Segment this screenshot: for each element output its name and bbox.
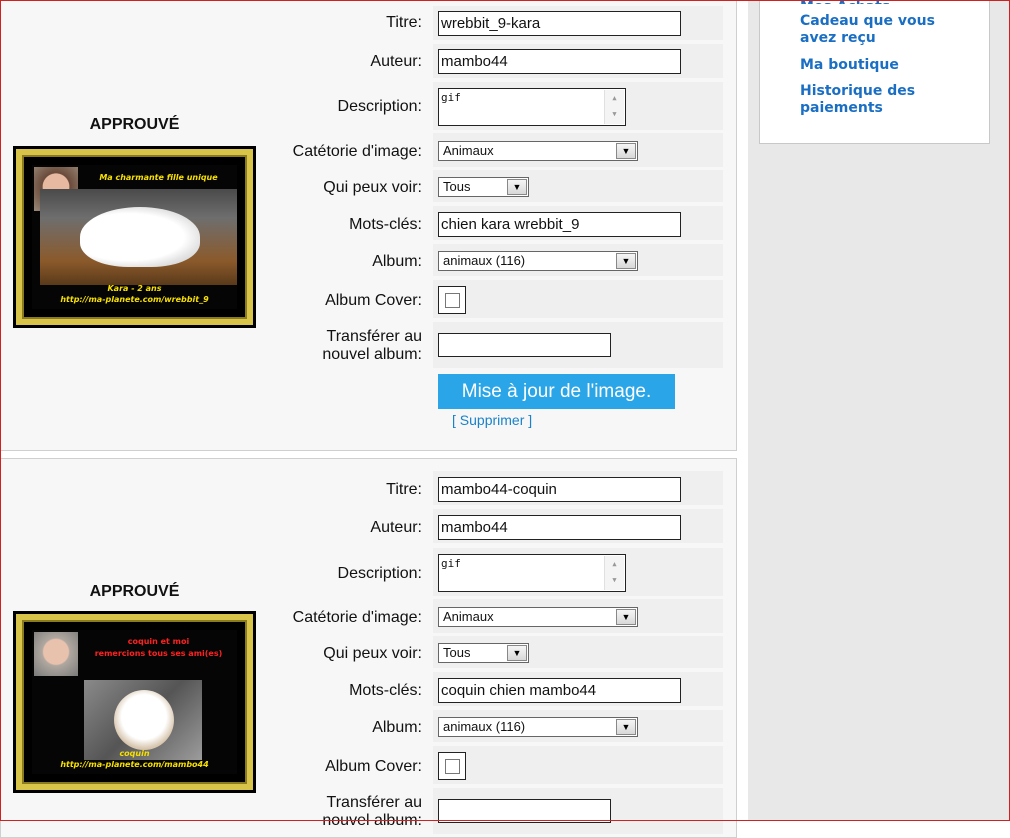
chevron-down-icon[interactable]: ▼ <box>616 143 636 159</box>
sidebar-link-gifts-received[interactable]: Cadeau que vous avez reçu <box>800 13 960 47</box>
title-label: Titre: <box>386 481 422 498</box>
album-label: Album: <box>372 253 422 270</box>
author-input[interactable]: mambo44 <box>438 49 681 74</box>
description-label: Description: <box>337 98 422 115</box>
thumbnail-footer: Kara - 2 ans http://ma-planete.com/wrebb… <box>60 284 209 304</box>
category-label: Catétorie d'image: <box>292 143 422 160</box>
album-cover-label: Album Cover: <box>325 292 422 309</box>
author-label: Auteur: <box>370 519 422 536</box>
sidebar-link-payment-history[interactable]: Historique des paiements <box>800 83 950 117</box>
sidebar-link-clipped[interactable]: Mes Achats <box>800 0 920 4</box>
description-textarea[interactable]: gif ▲ ▼ <box>438 554 626 592</box>
sidebar-link-my-shop[interactable]: Ma boutique <box>800 57 899 74</box>
image-thumbnail[interactable]: Ma charmante fille unique Kara - 2 ans h… <box>13 146 256 328</box>
status-label: APPROUVÉ <box>89 583 180 600</box>
status-label: APPROUVÉ <box>89 116 180 133</box>
textarea-scrollbar[interactable]: ▲ ▼ <box>604 90 624 124</box>
image-card: APPROUVÉ Ma charmante fille unique Kara … <box>0 0 737 451</box>
visibility-label: Qui peux voir: <box>323 179 422 196</box>
update-image-button[interactable]: Mise à jour de l'image. <box>438 374 675 409</box>
chevron-down-icon[interactable]: ▼ <box>507 179 527 195</box>
chevron-down-icon[interactable]: ▼ <box>616 253 636 269</box>
description-textarea[interactable]: gif ▲ ▼ <box>438 88 626 126</box>
keywords-input[interactable]: coquin chien mambo44 <box>438 678 681 703</box>
keywords-label: Mots-clés: <box>349 216 422 233</box>
thumbnail-caption: Ma charmante fille unique <box>99 173 218 182</box>
keywords-input[interactable]: chien kara wrebbit_9 <box>438 212 681 237</box>
title-input[interactable]: wrebbit_9-kara <box>438 11 681 36</box>
keywords-label: Mots-clés: <box>349 682 422 699</box>
visibility-select[interactable]: Tous ▼ <box>438 177 529 197</box>
author-input[interactable]: mambo44 <box>438 515 681 540</box>
thumbnail-footer: coquin http://ma-planete.com/mambo44 <box>60 749 209 769</box>
move-album-label: Transférer au nouvel album: <box>322 328 422 363</box>
move-album-label: Transférer au nouvel album: <box>322 794 422 829</box>
visibility-label: Qui peux voir: <box>323 645 422 662</box>
album-cover-checkbox[interactable] <box>438 286 466 314</box>
visibility-select[interactable]: Tous ▼ <box>438 643 529 663</box>
description-label: Description: <box>337 565 422 582</box>
title-label: Titre: <box>386 14 422 31</box>
category-select[interactable]: Animaux ▼ <box>438 141 638 161</box>
delete-link[interactable]: [ Supprimer ] <box>452 412 532 428</box>
textarea-scrollbar[interactable]: ▲ ▼ <box>604 556 624 590</box>
sidebar-menu: Mes Achats Cadeau que vous avez reçu Ma … <box>759 0 990 144</box>
move-album-input[interactable] <box>438 799 611 823</box>
album-cover-label: Album Cover: <box>325 758 422 775</box>
chevron-down-icon[interactable]: ▼ <box>616 609 636 625</box>
album-cover-checkbox[interactable] <box>438 752 466 780</box>
thumbnail-frame: Ma charmante fille unique Kara - 2 ans h… <box>16 149 253 325</box>
chevron-down-icon[interactable]: ▼ <box>616 719 636 735</box>
dog-photo <box>40 189 237 285</box>
thumbnail-caption: coquin et moi remercions tous ses ami(es… <box>94 637 223 658</box>
album-select[interactable]: animaux (116) ▼ <box>438 251 638 271</box>
title-input[interactable]: mambo44-coquin <box>438 477 681 502</box>
image-thumbnail[interactable]: coquin et moi remercions tous ses ami(es… <box>13 611 256 793</box>
portrait-photo <box>34 632 78 676</box>
chevron-down-icon[interactable]: ▼ <box>507 645 527 661</box>
category-select[interactable]: Animaux ▼ <box>438 607 638 627</box>
album-select[interactable]: animaux (116) ▼ <box>438 717 638 737</box>
album-label: Album: <box>372 719 422 736</box>
thumbnail-frame: coquin et moi remercions tous ses ami(es… <box>16 614 253 790</box>
category-label: Catétorie d'image: <box>292 609 422 626</box>
image-card: APPROUVÉ coquin et moi remercions tous s… <box>0 458 737 838</box>
move-album-input[interactable] <box>438 333 611 357</box>
author-label: Auteur: <box>370 53 422 70</box>
